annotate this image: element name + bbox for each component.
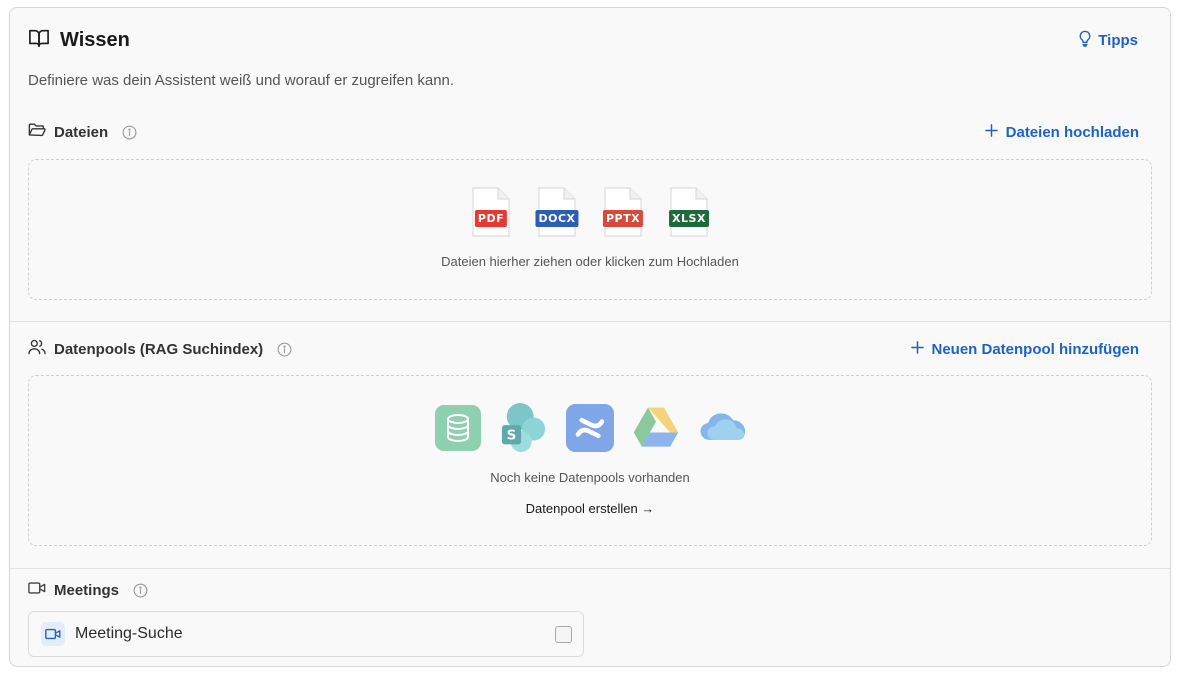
datapool-source-icons: S: [29, 402, 1151, 454]
folder-open-icon: [28, 122, 46, 143]
datapool-empty-state: S Noch keine Datenpools vorhanden Datenp…: [28, 375, 1152, 546]
info-icon[interactable]: [122, 125, 137, 140]
upload-files-button[interactable]: Dateien hochladen: [984, 123, 1139, 141]
file-type-label: DOCX: [535, 210, 579, 227]
onedrive-icon: [698, 402, 746, 454]
divider: [10, 568, 1170, 569]
file-type-icons: PDF DOCX PPTX XLSX: [29, 186, 1151, 240]
plus-icon: [984, 123, 998, 141]
divider: [10, 321, 1170, 322]
sharepoint-icon: S: [500, 402, 548, 454]
create-datapool-link[interactable]: Datenpool erstellen →: [29, 501, 1151, 516]
upload-files-label: Dateien hochladen: [1005, 123, 1139, 141]
meetings-title-wrap: Meetings: [28, 581, 148, 600]
file-type-xlsx-icon: XLSX: [667, 186, 711, 240]
svg-text:S: S: [507, 429, 517, 444]
info-icon[interactable]: [277, 342, 292, 357]
title-wrap: Wissen: [28, 28, 130, 53]
file-type-pptx-icon: PPTX: [601, 186, 645, 240]
meeting-search-checkbox[interactable]: [555, 626, 572, 643]
file-type-label: PPTX: [602, 210, 644, 227]
page-subtitle: Definiere was dein Assistent weiß und wo…: [28, 72, 455, 89]
meetings-title: Meetings: [54, 581, 120, 599]
plus-icon: [910, 340, 924, 358]
video-camera-icon: [28, 581, 46, 600]
dropzone-text: Dateien hierher ziehen oder klicken zum …: [441, 254, 739, 269]
tips-button[interactable]: Tipps: [1078, 30, 1138, 51]
add-datapool-button[interactable]: Neuen Datenpool hinzufügen: [910, 340, 1140, 358]
meeting-search-option[interactable]: Meeting-Suche: [28, 611, 584, 657]
file-type-label: PDF: [474, 210, 508, 227]
meetings-section-header: Meetings: [28, 579, 1139, 601]
files-title-wrap: Dateien: [28, 122, 137, 143]
users-icon: [28, 339, 46, 360]
datapools-title-wrap: Datenpools (RAG Suchindex): [28, 339, 292, 360]
datapool-empty-text: Noch keine Datenpools vorhanden: [490, 470, 690, 485]
files-title: Dateien: [54, 123, 109, 141]
knowledge-card: Wissen Tipps Definiere was dein Assisten…: [9, 7, 1171, 667]
datapools-title: Datenpools (RAG Suchindex): [54, 340, 264, 358]
files-section-header: Dateien Dateien hochladen: [28, 121, 1139, 143]
tips-label: Tipps: [1098, 31, 1138, 49]
page-title: Wissen: [60, 28, 130, 51]
info-icon[interactable]: [133, 583, 148, 598]
add-datapool-label: Neuen Datenpool hinzufügen: [931, 340, 1140, 358]
google-drive-icon: [632, 402, 680, 454]
meeting-search-label: Meeting-Suche: [75, 625, 183, 642]
file-type-label: XLSX: [669, 210, 709, 227]
database-icon: [434, 402, 482, 454]
confluence-icon: [566, 402, 614, 454]
file-dropzone[interactable]: PDF DOCX PPTX XLSX Dateien hierher ziehen o…: [28, 159, 1152, 300]
meeting-video-icon: [41, 622, 65, 646]
datapools-section-header: Datenpools (RAG Suchindex) Neuen Datenpo…: [28, 338, 1139, 360]
file-type-docx-icon: DOCX: [535, 186, 579, 240]
book-icon: [28, 28, 50, 53]
card-header: Wissen Tipps: [28, 26, 1152, 54]
file-type-pdf-icon: PDF: [469, 186, 513, 240]
lightbulb-icon: [1078, 30, 1092, 51]
